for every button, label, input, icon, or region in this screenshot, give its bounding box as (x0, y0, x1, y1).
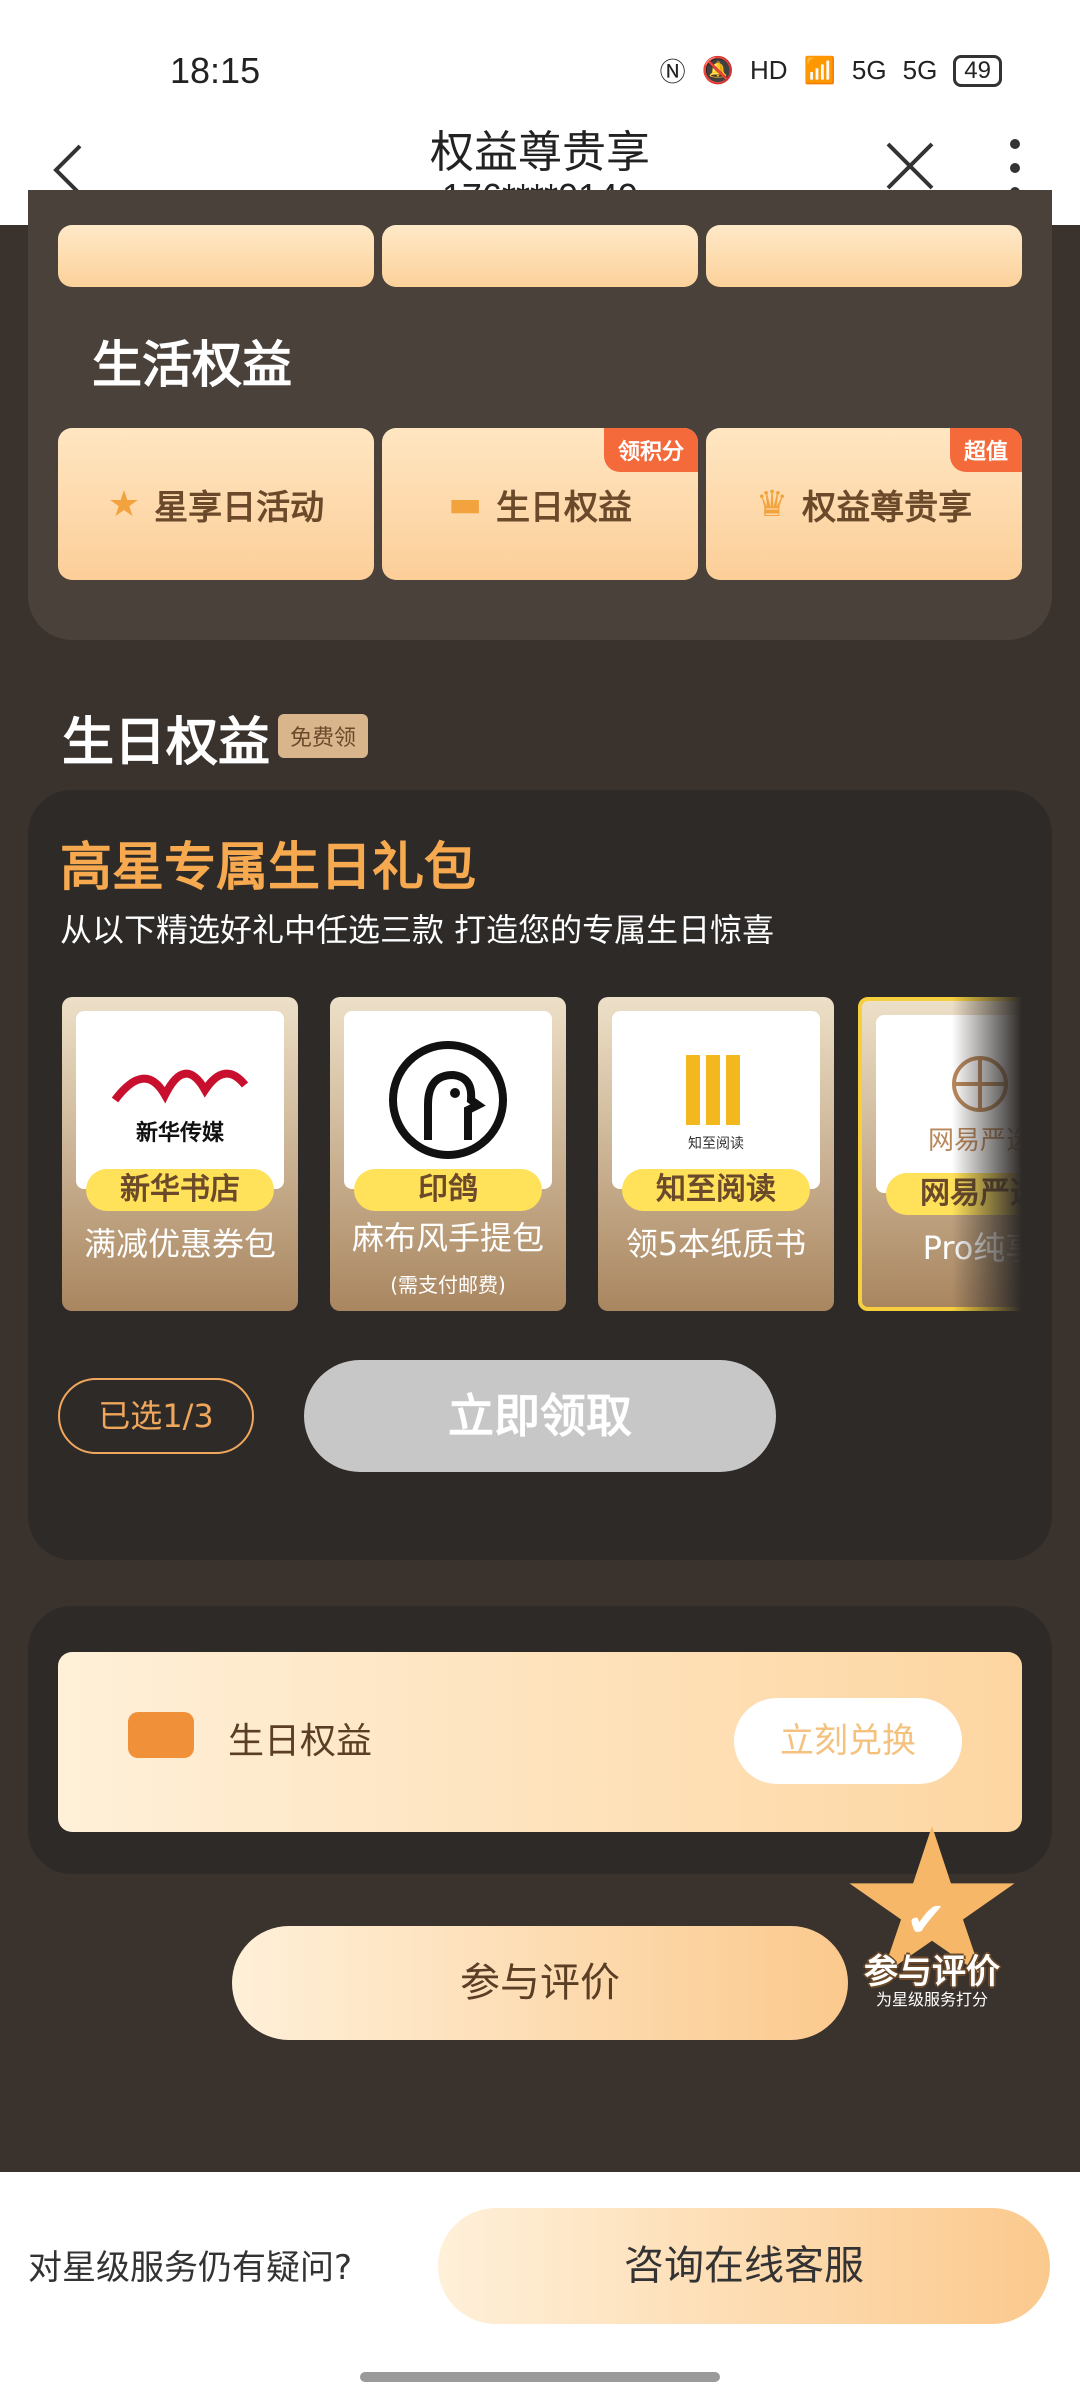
gift-logo: 新华传媒 (76, 1011, 284, 1189)
signal-icon-1: 5G (851, 55, 887, 85)
partial-tile-1[interactable] (58, 225, 374, 287)
mute-icon: 🔕 (701, 55, 734, 85)
gift-logo: 知至阅读 (612, 1011, 820, 1189)
footer-bar: 对星级服务仍有疑问? 咨询在线客服 (0, 2172, 1080, 2400)
battery-icon: 49 (953, 54, 1002, 87)
check-icon: ✔ (906, 1892, 947, 1948)
cake-icon (128, 1712, 194, 1758)
nfc-icon: Ⓝ (659, 57, 686, 87)
svg-text:新华传媒: 新华传媒 (136, 1120, 225, 1146)
cake-icon: ▬ (447, 483, 482, 525)
gift-desc: 满减优惠券包 (83, 1225, 276, 1263)
gift-carousel[interactable]: 新华传媒 新华书店 满减优惠券包 印鸽 麻布风手提包 (需支付邮费) 知至阅读 … (62, 997, 1022, 1313)
gift-card-zhizhi[interactable]: 知至阅读 知至阅读 领5本纸质书 (598, 997, 834, 1311)
evaluate-button[interactable]: 参与评价 (232, 1926, 848, 2040)
signal-icon-2: 5G (902, 55, 938, 85)
gift-brand: 新华书店 (86, 1169, 274, 1211)
gift-card-yinge[interactable]: 印鸽 麻布风手提包 (需支付邮费) (330, 997, 566, 1311)
online-service-button[interactable]: 咨询在线客服 (438, 2208, 1050, 2324)
clock: 18:15 (170, 50, 261, 91)
svg-text:知至阅读: 知至阅读 (688, 1135, 744, 1152)
gift-desc: 领5本纸质书 (625, 1225, 807, 1263)
badge-subtitle: 为星级服务打分 (875, 1990, 988, 2009)
zhizhi-logo-icon: 知至阅读 (686, 1055, 744, 1152)
benefit-birthday[interactable]: ▬ 生日权益 领积分 (382, 428, 698, 580)
gift-brand: 印鸽 (354, 1169, 542, 1211)
evaluate-badge[interactable]: ✔ 参与评价 为星级服务打分 (832, 1826, 1032, 2009)
home-indicator[interactable] (360, 2372, 720, 2382)
xinhua-logo-icon: 新华传媒 (111, 1069, 249, 1146)
value-tag: 超值 (949, 428, 1022, 472)
star-icon: ★ (107, 483, 141, 525)
gift-subtitle: 从以下精选好礼中任选三款 打造您的专属生日惊喜 (60, 911, 775, 949)
selected-counter: 已选1/3 (58, 1378, 254, 1454)
benefit-premium[interactable]: ♛ 权益尊贵享 超值 (706, 428, 1022, 580)
partial-tile-3[interactable] (706, 225, 1022, 287)
carousel-fade (952, 997, 1022, 1313)
benefit-star-day[interactable]: ★ 星享日活动 (58, 428, 374, 580)
gift-title: 高星专属生日礼包 (60, 838, 477, 898)
status-icons: Ⓝ 🔕 HD 📶 5G 5G 49 (660, 52, 1002, 89)
close-icon[interactable] (882, 138, 938, 194)
exchange-button[interactable]: 立刻兑换 (734, 1698, 962, 1784)
benefit-label: 生日权益 (496, 487, 632, 528)
gift-brand: 知至阅读 (622, 1169, 810, 1211)
benefit-label: 星享日活动 (154, 487, 325, 528)
points-tag: 领积分 (603, 428, 698, 472)
exchange-card: 生日权益 立刻兑换 (58, 1652, 1022, 1832)
status-bar: 18:15 Ⓝ 🔕 HD 📶 5G 5G 49 (0, 44, 1080, 94)
exchange-label: 生日权益 (228, 1721, 373, 1762)
partial-tile-2[interactable] (382, 225, 698, 287)
footer-question: 对星级服务仍有疑问? (28, 2248, 353, 2288)
gift-logo (344, 1011, 552, 1189)
life-section-title: 生活权益 (92, 336, 292, 394)
hd-icon: HD (749, 55, 788, 85)
claim-button[interactable]: 立即领取 (304, 1360, 776, 1472)
crown-icon: ♛ (755, 483, 789, 525)
gift-card-xinhua[interactable]: 新华传媒 新华书店 满减优惠券包 (62, 997, 298, 1311)
free-badge: 免费领 (278, 714, 369, 758)
birthday-heading: 生日权益 (62, 713, 271, 773)
gift-note: (需支付邮费) (390, 1273, 506, 1297)
benefit-label: 权益尊贵享 (802, 487, 973, 528)
dove-logo-icon (389, 1041, 507, 1159)
gift-desc: 麻布风手提包 (351, 1219, 544, 1257)
wifi-icon: 📶 (803, 55, 836, 85)
